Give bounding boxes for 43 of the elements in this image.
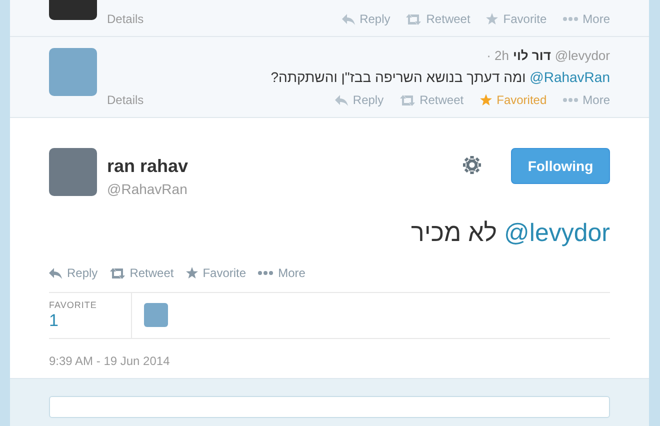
reply-action[interactable]: Reply	[342, 12, 390, 26]
user-name: דור לוי	[513, 48, 551, 63]
mention-link[interactable]: @RahavRan	[530, 69, 610, 85]
retweet-action[interactable]: Retweet	[110, 266, 174, 280]
reply-arrow-icon	[334, 94, 348, 106]
more-action[interactable]: More	[258, 266, 306, 280]
favorite-count[interactable]: 1	[49, 311, 131, 331]
user-handle: @RahavRan	[107, 181, 188, 197]
details-link[interactable]: Details	[107, 12, 144, 26]
dots-icon	[562, 17, 578, 21]
favorite-label: FAVORITE	[49, 300, 98, 310]
avatar	[49, 148, 97, 196]
star-icon	[486, 13, 498, 25]
mention-link[interactable]: @levydor	[504, 219, 610, 247]
retweet-icon	[110, 268, 125, 278]
retweet-icon	[400, 94, 415, 106]
reply-arrow-icon	[49, 268, 62, 278]
more-action[interactable]: More	[562, 12, 610, 26]
dots-icon	[562, 98, 578, 102]
dots-icon	[258, 271, 274, 275]
details-link[interactable]: Details	[107, 93, 144, 107]
favorite-action[interactable]: Favorite	[486, 12, 547, 26]
user-name: ran rahav	[107, 156, 190, 177]
tweet-timestamp: 9:39 AM - 19 Jun 2014	[49, 354, 171, 368]
user-handle: @levydor	[554, 48, 610, 63]
retweet-action[interactable]: Retweet	[406, 12, 470, 26]
more-action[interactable]: More	[562, 93, 610, 107]
retweet-action[interactable]: Retweet	[400, 93, 464, 107]
star-icon	[480, 94, 492, 106]
reply-action[interactable]: Reply	[334, 93, 384, 107]
retweet-icon	[406, 14, 422, 24]
reply-action[interactable]: Reply	[49, 266, 98, 280]
avatar[interactable]	[144, 303, 168, 327]
avatar	[49, 48, 97, 96]
following-button[interactable]: Following	[511, 148, 610, 184]
reply-arrow-icon	[342, 14, 355, 24]
reply-field[interactable]	[49, 396, 610, 418]
avatar	[49, 0, 97, 20]
star-icon	[186, 267, 198, 279]
favorite-action[interactable]: Favorited	[480, 93, 547, 107]
tweet-time: · 2h	[486, 48, 510, 63]
favorite-action[interactable]: Favorite	[186, 266, 246, 280]
settings-icon[interactable]	[463, 156, 481, 174]
